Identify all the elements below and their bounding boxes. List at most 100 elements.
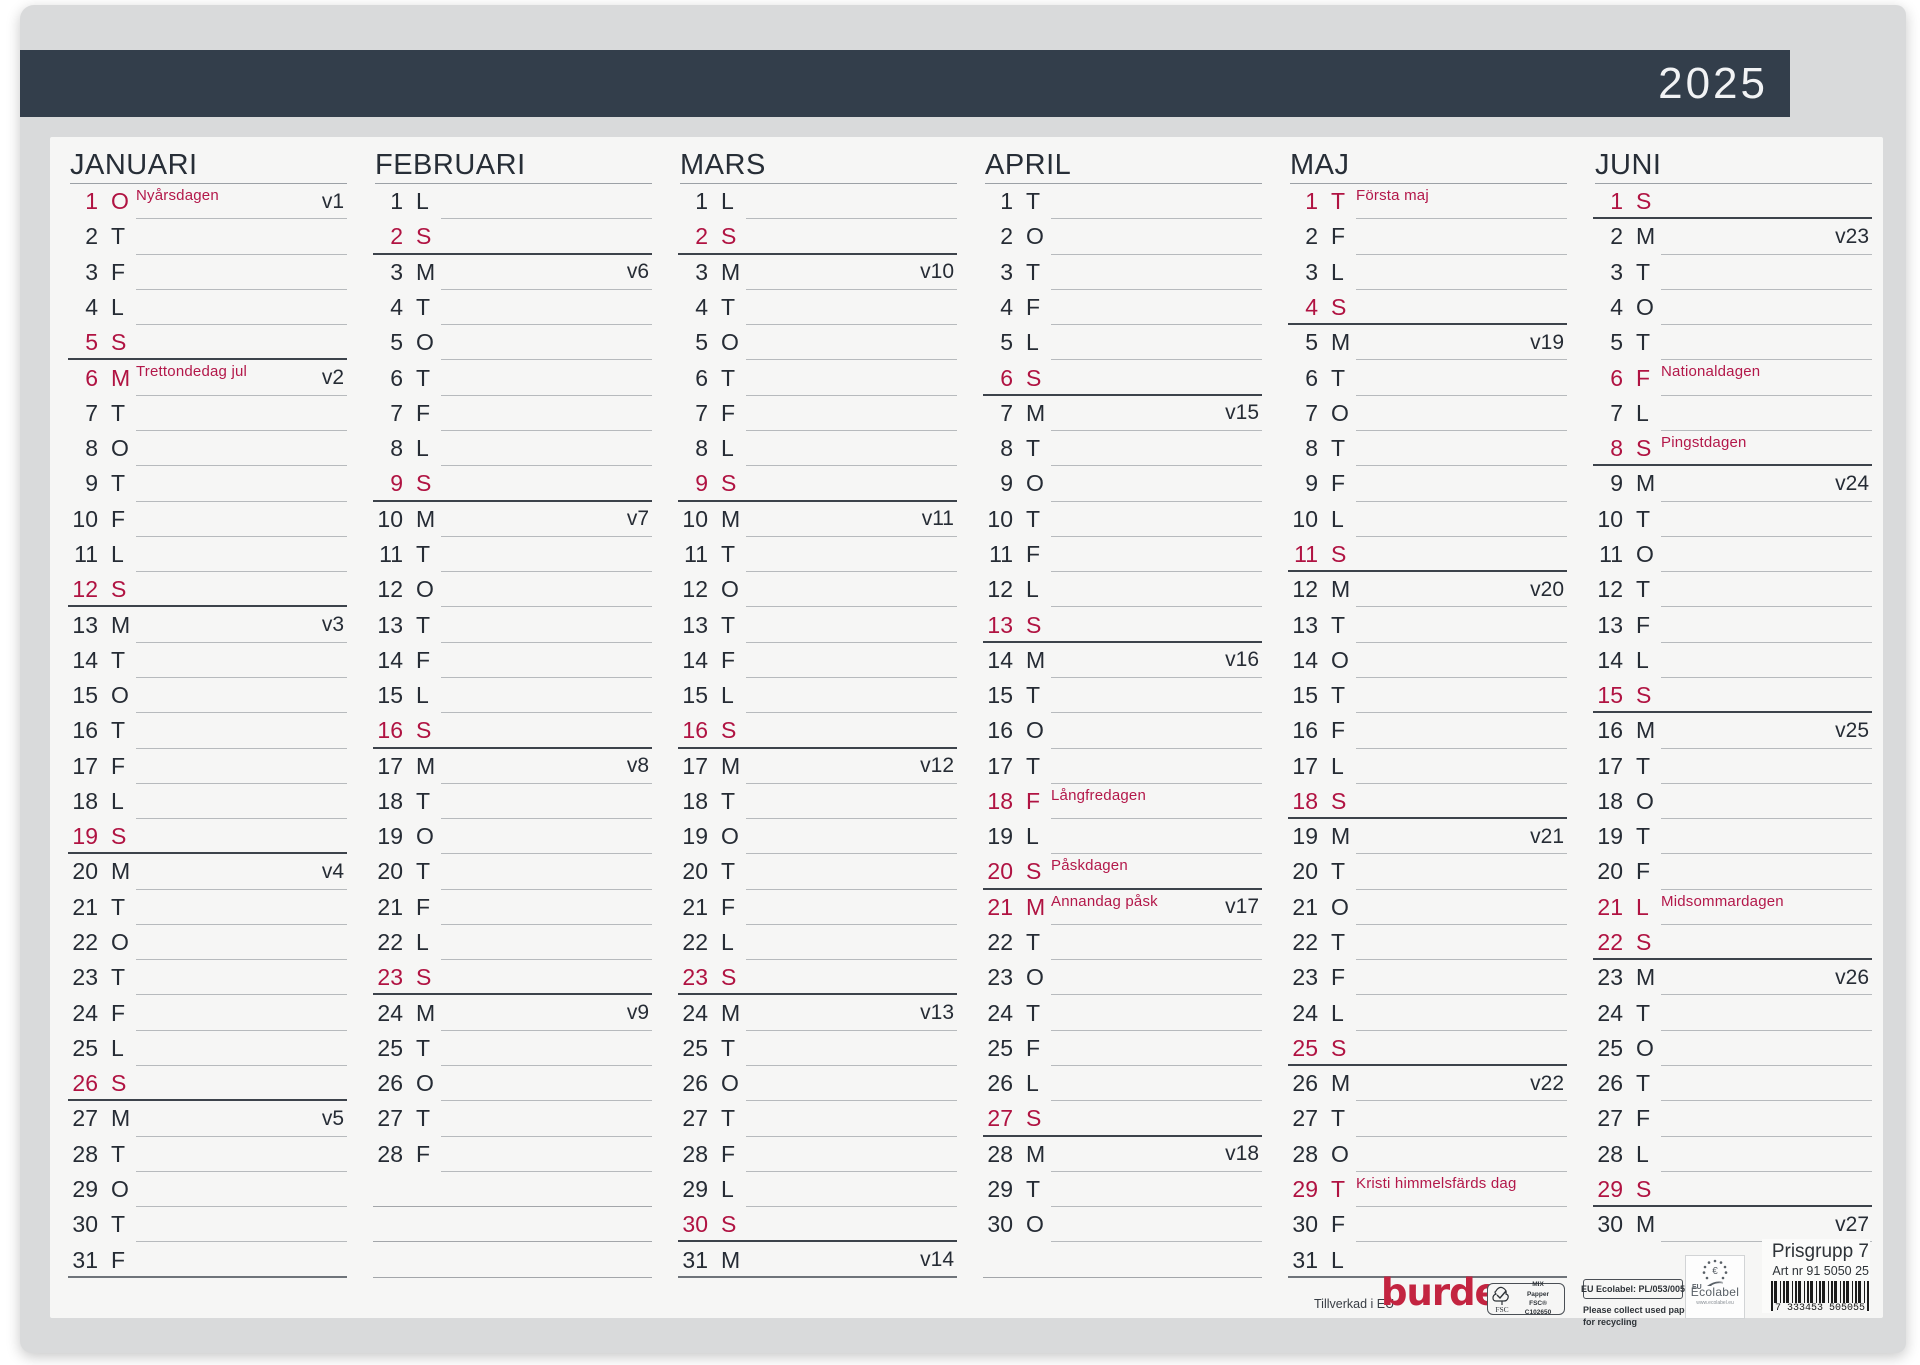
day-number: 6 [1305, 364, 1318, 391]
day-number: 5 [1610, 329, 1623, 356]
day-number: 24 [987, 999, 1013, 1026]
day-number: 8 [390, 435, 403, 462]
day-row: 10 T [985, 502, 1262, 538]
weekday-letter: T [1026, 435, 1041, 462]
weekday-letter: S [1636, 435, 1652, 462]
day-number: 21 [682, 893, 708, 920]
day-row: 1 S [1593, 184, 1872, 220]
day-number: 30 [987, 1211, 1013, 1238]
weekday-letter: L [721, 929, 734, 956]
day-row: 7 M v15 [985, 396, 1262, 432]
weekday-letter: T [721, 540, 736, 567]
weekday-letter: S [721, 717, 737, 744]
day-row: 28 O [1290, 1137, 1567, 1173]
day-number: 25 [377, 1034, 403, 1061]
weekday-letter: F [1331, 717, 1346, 744]
weekday-letter: O [721, 576, 739, 603]
day-row: 3 M v10 [680, 255, 957, 291]
day-number: 1 [695, 188, 708, 215]
day-row: 27 M v5 [70, 1101, 347, 1137]
week-number: v19 [1530, 330, 1564, 354]
week-number: v1 [321, 189, 344, 213]
weekday-letter: T [1331, 1176, 1346, 1203]
day-row: 16 O [985, 713, 1262, 749]
month-column: JUNI 1 S 2 M v23 3 T 4 O 5 T 6 F Nationa… [1593, 137, 1872, 1278]
day-number: 28 [377, 1140, 403, 1167]
day-row: 27 T [1290, 1101, 1567, 1137]
day-row: 5 O [375, 325, 652, 361]
day-row: 29 O [70, 1172, 347, 1208]
day-row: 14 O [1290, 643, 1567, 679]
filler-row [373, 1172, 652, 1208]
weekday-letter: M [111, 858, 131, 885]
weekday-letter: M [1636, 1211, 1656, 1238]
weekday-letter: M [721, 752, 741, 779]
day-row: 2 S [373, 219, 652, 255]
weekday-letter: M [416, 258, 436, 285]
day-row: 29 T Kristi himmelsfärds dag [1290, 1172, 1567, 1208]
month-title: JUNI [1595, 137, 1872, 184]
day-row: 28 M v18 [985, 1137, 1262, 1173]
day-number: 31 [682, 1246, 708, 1273]
weekday-letter: T [1026, 752, 1041, 779]
weekday-letter: L [416, 929, 429, 956]
day-row: 22 L [680, 925, 957, 961]
week-number: v21 [1530, 824, 1564, 848]
ecolabel-url: www.ecolabel.eu [1696, 1300, 1734, 1306]
day-row: 3 M v6 [375, 255, 652, 291]
day-row: 6 M Trettondedag jul v2 [70, 360, 347, 396]
weekday-letter: O [1331, 893, 1349, 920]
week-number: v18 [1225, 1142, 1259, 1166]
day-row: 14 F [680, 643, 957, 679]
week-number: v14 [920, 1248, 954, 1272]
weekday-letter: S [1331, 540, 1347, 567]
day-row: 4 F [985, 290, 1262, 326]
day-number: 27 [682, 1105, 708, 1132]
day-number: 6 [1610, 364, 1623, 391]
svg-text:€: € [1712, 1266, 1718, 1277]
day-number: 30 [1292, 1211, 1318, 1238]
month-rows: 1 S 2 M v23 3 T 4 O 5 T 6 F Nationaldage… [1593, 184, 1872, 1243]
day-row: 1 O Nyårsdagen v1 [70, 184, 347, 220]
day-row: 23 F [1290, 960, 1567, 996]
day-number: 21 [377, 893, 403, 920]
day-row: 13 T [1290, 607, 1567, 643]
day-number: 14 [1292, 646, 1318, 673]
weekday-letter: L [1636, 399, 1649, 426]
day-row: 26 S [68, 1066, 347, 1102]
holiday-label: Midsommardagen [1661, 892, 1784, 910]
day-row: 13 T [375, 607, 652, 643]
week-number: v2 [321, 366, 344, 390]
day-row: 2 T [70, 219, 347, 255]
day-number: 3 [1000, 258, 1013, 285]
day-row: 27 S [983, 1101, 1262, 1137]
day-row: 17 T [985, 749, 1262, 785]
day-number: 2 [85, 223, 98, 250]
weekday-letter: O [1026, 964, 1044, 991]
day-number: 8 [1000, 435, 1013, 462]
day-row: 3 T [1595, 255, 1872, 291]
weekday-letter: T [1636, 505, 1651, 532]
day-number: 8 [1610, 435, 1623, 462]
weekday-letter: F [1026, 293, 1041, 320]
day-row: 20 T [375, 854, 652, 890]
day-row: 27 F [1595, 1101, 1872, 1137]
weekday-letter: T [721, 364, 736, 391]
fsc-tree-icon: FSC [1492, 1285, 1512, 1313]
weekday-letter: F [111, 505, 126, 532]
ecolabel-flower-icon: € [1697, 1258, 1733, 1288]
weekday-letter: S [1636, 929, 1652, 956]
weekday-letter: M [416, 752, 436, 779]
fsc-certification-label: FSC MIX Papper FSC® C102650 [1487, 1281, 1565, 1316]
weekday-letter: T [1331, 611, 1346, 638]
day-number: 15 [1292, 682, 1318, 709]
day-row: 4 T [680, 290, 957, 326]
day-number: 19 [1292, 823, 1318, 850]
day-row: 19 M v21 [1290, 819, 1567, 855]
day-number: 25 [682, 1034, 708, 1061]
weekday-letter: L [111, 293, 124, 320]
day-row: 23 T [70, 960, 347, 996]
day-number: 11 [74, 540, 98, 567]
day-number: 3 [1610, 258, 1623, 285]
weekday-letter: T [721, 787, 736, 814]
